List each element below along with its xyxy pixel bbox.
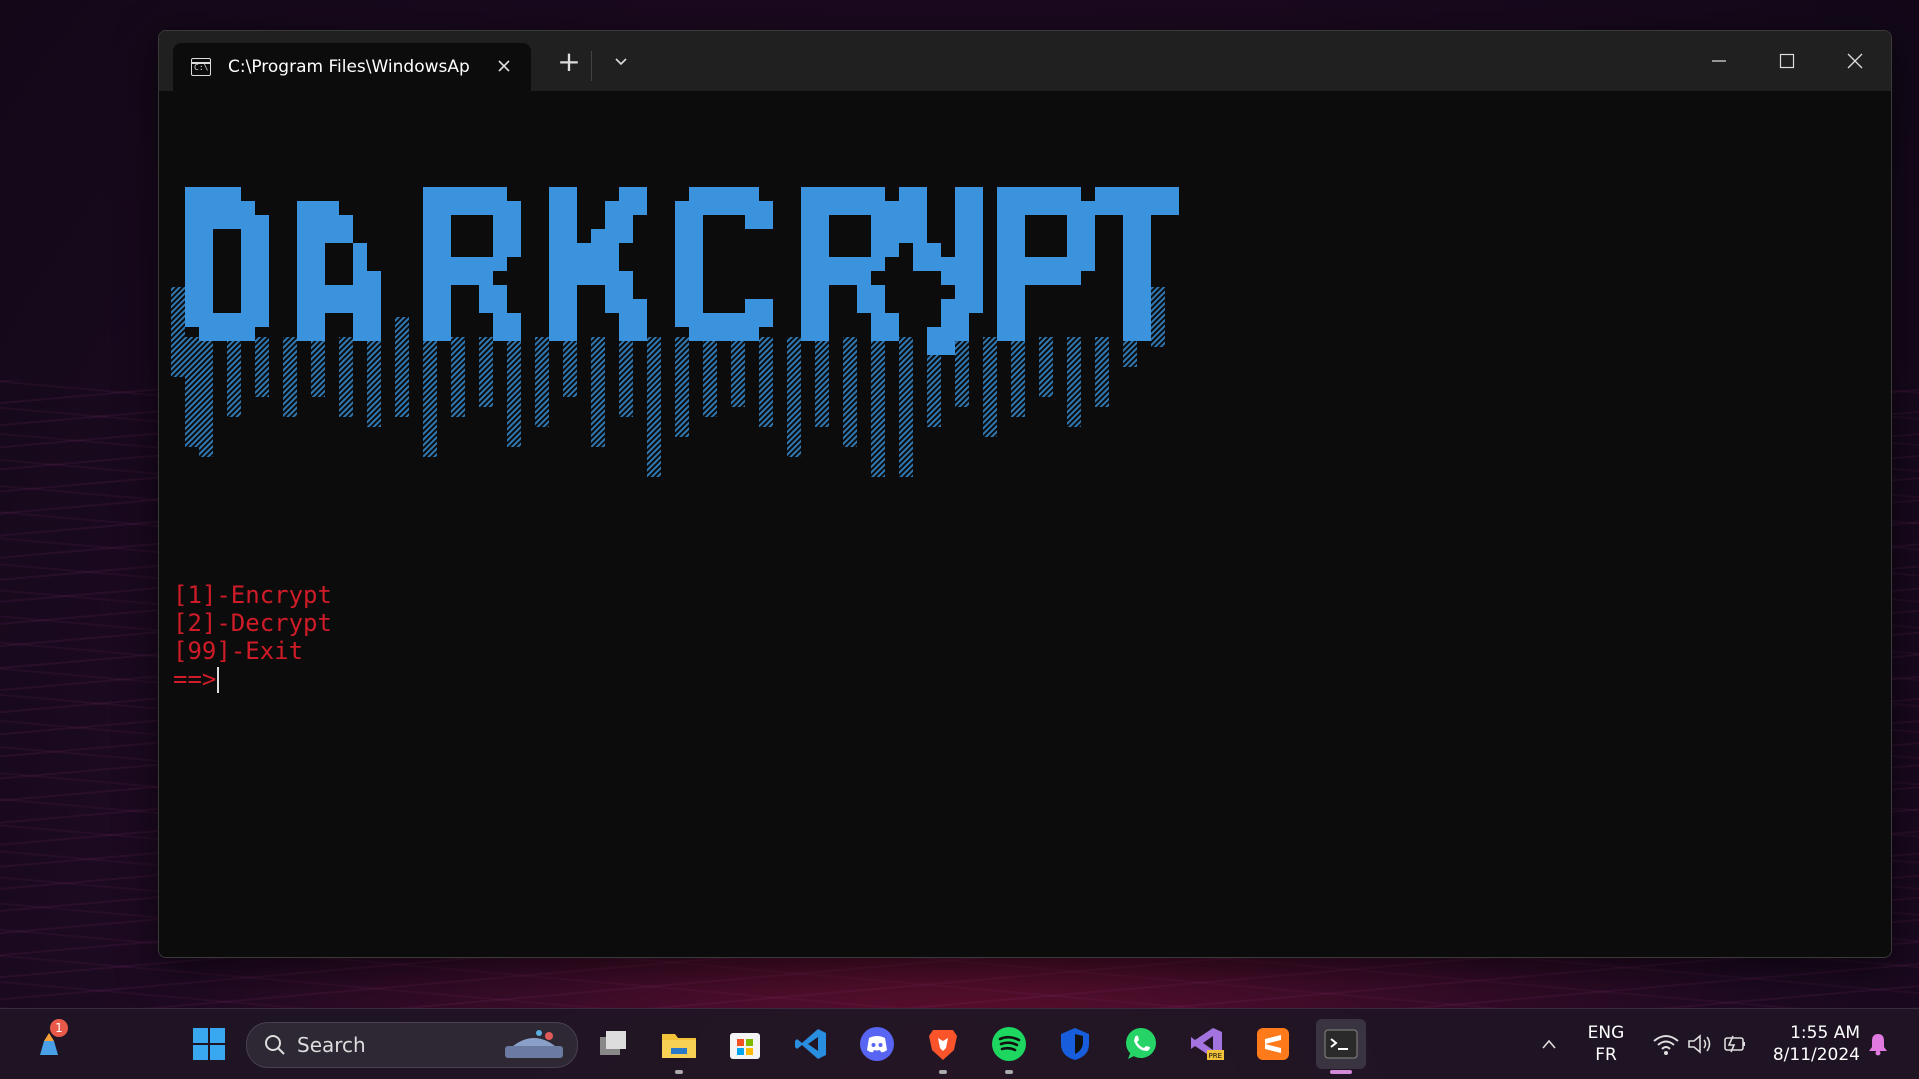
discord-icon <box>860 1027 894 1061</box>
widgets-button[interactable]: 1 <box>28 1019 70 1065</box>
notification-badge: 1 <box>50 1019 68 1037</box>
sublime-text-button[interactable] <box>1252 1023 1294 1065</box>
vscode-button[interactable] <box>790 1023 832 1065</box>
search-icon <box>265 1035 285 1055</box>
file-explorer-button[interactable] <box>658 1023 700 1065</box>
maximize-icon <box>1779 53 1795 69</box>
running-indicator <box>939 1070 947 1074</box>
menu-item-encrypt: [1]-Encrypt <box>173 581 332 609</box>
brave-button[interactable] <box>922 1023 964 1065</box>
taskbar: 1 Search PRE ENG FR 1:55 AM 8/11/2024 <box>0 1008 1919 1079</box>
menu-item-decrypt: [2]-Decrypt <box>173 609 332 637</box>
console-icon: C:\ <box>191 58 211 76</box>
chevron-up-icon <box>1542 1039 1556 1049</box>
brave-icon <box>929 1030 957 1060</box>
logo-letters <box>185 187 1179 355</box>
vscode-icon <box>795 1029 826 1059</box>
svg-text:PRE: PRE <box>1209 1052 1223 1060</box>
bitwarden-button[interactable] <box>1054 1023 1096 1065</box>
main-menu: [1]-Encrypt [2]-Decrypt [99]-Exit ==> <box>173 581 332 693</box>
sublime-text-icon <box>1257 1028 1289 1060</box>
prompt-text: ==> <box>173 665 217 693</box>
folder-icon <box>662 1034 696 1058</box>
wifi-icon <box>1653 1035 1679 1055</box>
darkcrypt-ascii-logo <box>171 187 1179 477</box>
language-top: ENG <box>1587 1023 1625 1043</box>
clock[interactable]: 1:55 AM 8/11/2024 <box>1764 1022 1860 1066</box>
terminal-window[interactable]: C:\ C:\Program Files\WindowsAp + [1]-Enc… <box>158 30 1892 958</box>
search-label: Search <box>297 1033 366 1057</box>
running-indicator <box>1005 1070 1013 1074</box>
input-prompt[interactable]: ==> <box>173 665 332 693</box>
battery-charging-icon <box>1724 1035 1745 1053</box>
language-indicator[interactable]: ENG FR <box>1578 1022 1634 1066</box>
close-icon <box>1847 53 1863 69</box>
tab-separator <box>591 51 592 81</box>
terminal-icon <box>1324 1029 1358 1059</box>
whatsapp-button[interactable] <box>1120 1023 1162 1065</box>
spotify-button[interactable] <box>988 1023 1030 1065</box>
title-bar[interactable]: C:\ C:\Program Files\WindowsAp + <box>159 31 1891 91</box>
close-window-button[interactable] <box>1821 31 1889 91</box>
minimize-button[interactable] <box>1685 31 1753 91</box>
search-highlight-icon <box>505 1030 563 1058</box>
volume-icon <box>1688 1034 1711 1054</box>
task-view-icon <box>600 1031 626 1055</box>
clock-time: 1:55 AM <box>1790 1023 1860 1043</box>
tab-dropdown-button[interactable] <box>603 47 639 81</box>
show-hidden-icons-button[interactable] <box>1528 1023 1570 1065</box>
menu-item-exit: [99]-Exit <box>173 637 304 665</box>
quick-settings-button[interactable] <box>1640 1023 1760 1065</box>
terminal-tab[interactable]: C:\ C:\Program Files\WindowsAp <box>173 43 531 91</box>
windows-logo-icon <box>193 1028 225 1060</box>
microsoft-store-button[interactable] <box>724 1023 766 1065</box>
chevron-down-icon <box>615 58 627 66</box>
terminal-button[interactable] <box>1316 1019 1366 1069</box>
whatsapp-icon <box>1126 1028 1156 1059</box>
new-tab-button[interactable]: + <box>551 45 587 79</box>
notifications-button[interactable] <box>1862 1023 1894 1065</box>
visual-studio-icon: PRE <box>1191 1028 1224 1060</box>
task-view-button[interactable] <box>592 1023 634 1065</box>
running-indicator <box>675 1070 683 1074</box>
search-box[interactable]: Search <box>246 1022 578 1068</box>
store-icon <box>730 1033 760 1059</box>
minimize-icon <box>1712 60 1726 62</box>
active-indicator <box>1330 1070 1352 1074</box>
text-cursor <box>217 667 220 693</box>
tab-close-icon[interactable] <box>496 55 512 80</box>
terminal-body[interactable]: [1]-Encrypt [2]-Decrypt [99]-Exit ==> <box>159 91 1891 957</box>
spotify-icon <box>992 1027 1026 1061</box>
start-button[interactable] <box>188 1023 230 1065</box>
language-bottom: FR <box>1595 1045 1617 1065</box>
discord-button[interactable] <box>856 1023 898 1065</box>
maximize-button[interactable] <box>1753 31 1821 91</box>
shield-icon <box>1061 1028 1089 1060</box>
bell-icon <box>1869 1034 1887 1056</box>
visual-studio-preview-button[interactable]: PRE <box>1186 1023 1228 1065</box>
clock-date: 8/11/2024 <box>1772 1045 1860 1065</box>
tab-title: C:\Program Files\WindowsAp <box>228 57 470 77</box>
